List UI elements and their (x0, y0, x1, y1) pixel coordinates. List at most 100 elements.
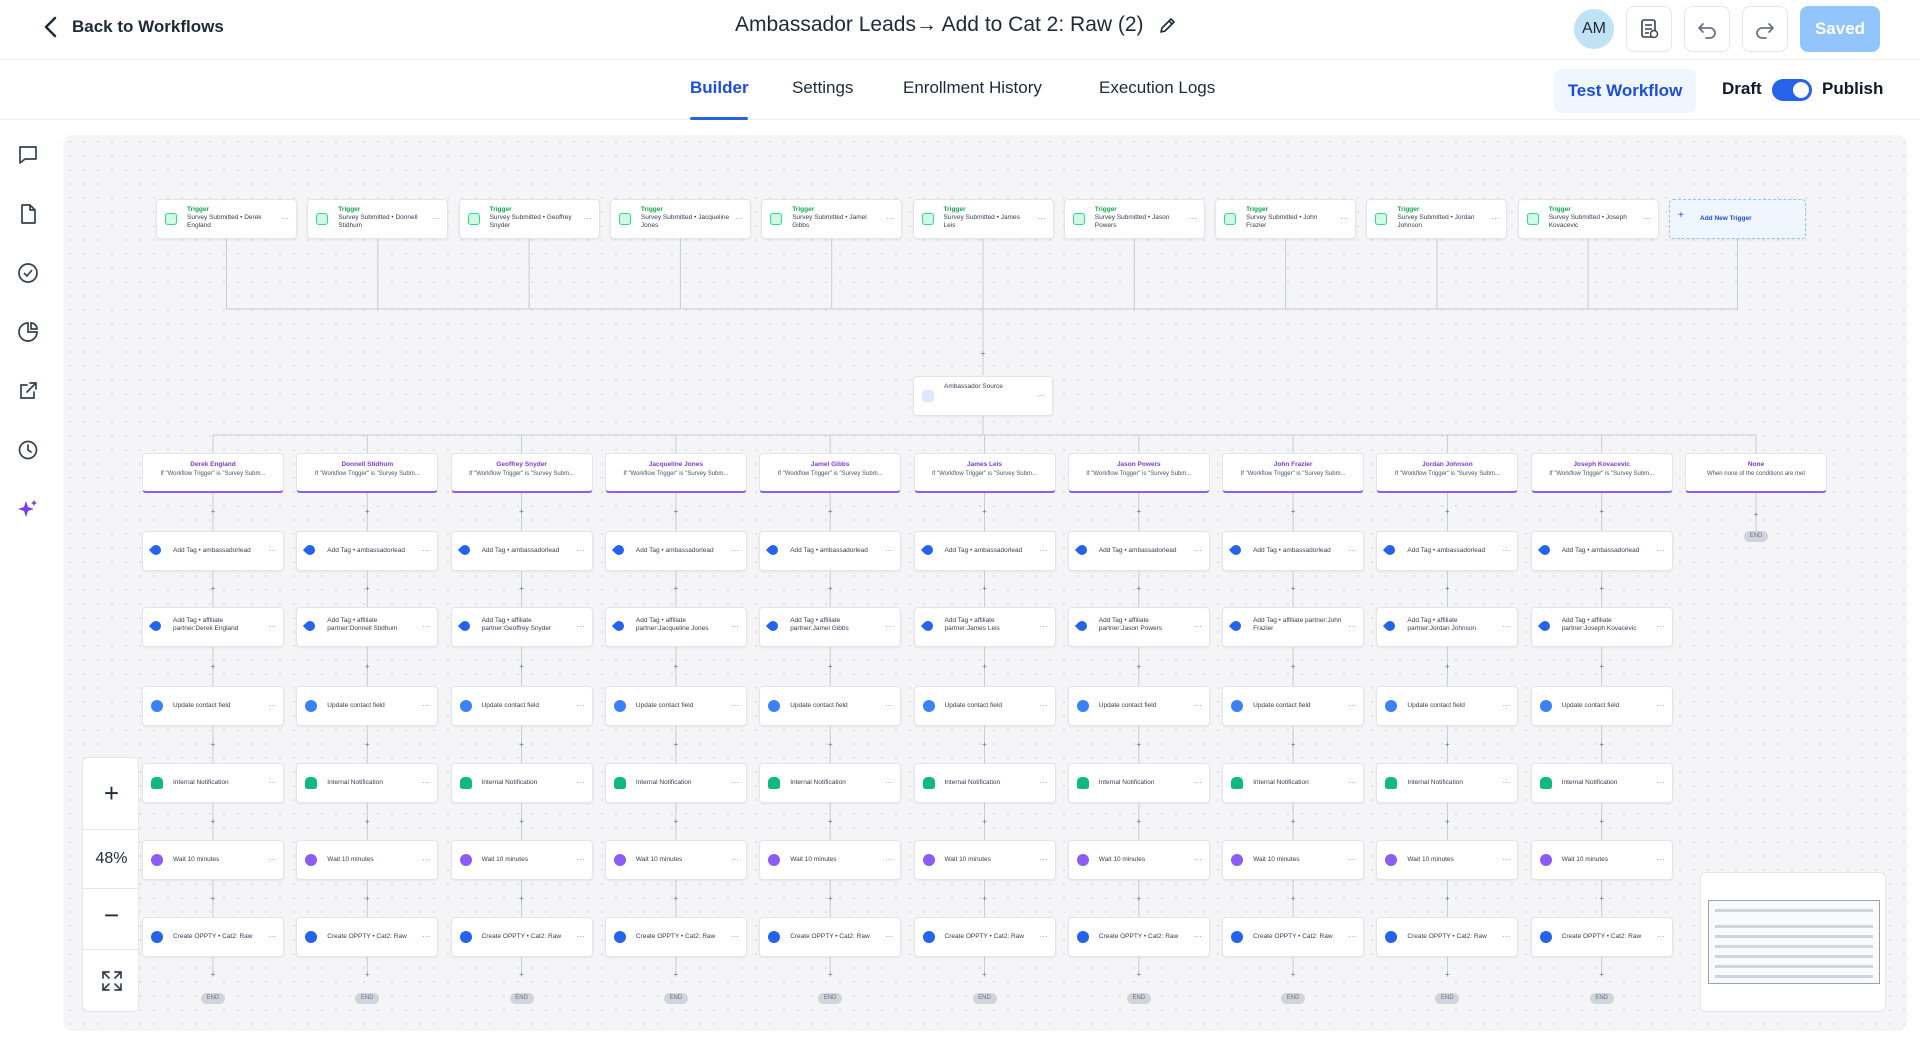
add-step-plus[interactable]: + (826, 817, 834, 826)
add-step-plus[interactable]: + (1443, 585, 1451, 593)
add-step-plus[interactable]: + (1289, 971, 1297, 979)
add-step-plus[interactable]: + (826, 740, 834, 749)
add-step-plus[interactable]: + (1135, 894, 1143, 903)
trigger-card[interactable]: Trigger Survey Submitted • Derek England ⋯ (156, 199, 297, 239)
action-step-notif[interactable]: Internal Notification ⋯ (1376, 763, 1519, 803)
action-step-opp[interactable]: Create OPPTY • Cat2: Raw ⋯ (759, 917, 902, 957)
action-step-notif[interactable]: Internal Notification ⋯ (759, 763, 902, 803)
add-step-plus[interactable]: + (672, 662, 680, 671)
add-step-plus[interactable]: + (1135, 740, 1143, 749)
branch-node[interactable]: Jamel Gibbs If "Workflow Trigger" is "Sur… (759, 453, 902, 493)
add-step-plus[interactable]: + (672, 585, 680, 593)
action-step-tag2[interactable]: Add Tag • affiliate partner:Jason Powers… (1067, 607, 1210, 647)
action-step-update[interactable]: Update contact field ⋯ (759, 686, 902, 726)
add-step-plus[interactable]: + (1598, 508, 1606, 516)
action-step-tag-lead[interactable]: Add Tag • ambassadorlead ⋯ (1530, 531, 1673, 571)
trigger-card[interactable]: Trigger Survey Submitted • Jason Powers ⋯ (1063, 199, 1205, 239)
minimap-viewport[interactable] (1708, 900, 1880, 984)
add-new-trigger-button[interactable]: + Add New Trigger (1669, 199, 1806, 239)
action-step-wait[interactable]: Wait 10 minutes ⋯ (1376, 840, 1519, 880)
branch-node[interactable]: James Leis If "Workflow Trigger" is "Surv… (913, 453, 1056, 493)
action-step-update[interactable]: Update contact field ⋯ (913, 686, 1056, 726)
add-step-plus[interactable]: + (1289, 817, 1297, 826)
add-step-plus[interactable]: + (1443, 508, 1451, 516)
minimap[interactable] (1700, 872, 1886, 1012)
action-step-update[interactable]: Update contact field ⋯ (450, 686, 593, 726)
add-step-plus[interactable]: + (1443, 740, 1451, 749)
branch-node[interactable]: Jacqueline Jones If "Workflow Trigger" is… (604, 453, 747, 493)
back-to-workflows-link[interactable]: Back to Workflows (42, 16, 224, 38)
action-step-tag2[interactable]: Add Tag • affiliate partner:Donnell Stid… (296, 607, 439, 647)
rail-ai[interactable] (14, 495, 42, 523)
action-step-wait[interactable]: Wait 10 minutes ⋯ (1530, 840, 1673, 880)
action-step-tag2[interactable]: Add Tag • affiliate partner:John Frazier… (1222, 607, 1365, 647)
trigger-card[interactable]: Trigger Survey Submitted • Jacqueline Jon… (609, 199, 751, 239)
action-step-tag-lead[interactable]: Add Tag • ambassadorlead ⋯ (604, 531, 747, 571)
add-step-plus[interactable]: + (1443, 894, 1451, 903)
action-step-tag2[interactable]: Add Tag • affiliate partner:James Leis ⋯ (913, 607, 1056, 647)
add-step-plus[interactable]: + (672, 894, 680, 903)
add-step-plus[interactable]: + (1598, 971, 1606, 979)
trigger-card[interactable]: Trigger Survey Submitted • Geoffrey Snyde… (458, 199, 600, 239)
action-step-opp[interactable]: Create OPPTY • Cat2: Raw ⋯ (450, 917, 593, 957)
action-step-opp[interactable]: Create OPPTY • Cat2: Raw ⋯ (1067, 917, 1210, 957)
add-step-plus[interactable]: + (826, 662, 834, 671)
action-step-update[interactable]: Update contact field ⋯ (296, 686, 439, 726)
action-step-tag2[interactable]: Add Tag • affiliate partner:Geoffrey Sny… (450, 607, 593, 647)
tab-settings[interactable]: Settings (792, 78, 853, 98)
action-step-opp[interactable]: Create OPPTY • Cat2: Raw ⋯ (1376, 917, 1519, 957)
action-step-notif[interactable]: Internal Notification ⋯ (1530, 763, 1673, 803)
add-step-plus[interactable]: + (518, 508, 526, 516)
add-step-plus[interactable]: + (981, 971, 989, 979)
add-step-plus[interactable]: + (518, 817, 526, 826)
action-step-wait[interactable]: Wait 10 minutes ⋯ (1067, 840, 1210, 880)
workflow-canvas[interactable]: Trigger Survey Submitted • Derek England ⋯… (63, 135, 1907, 1031)
branch-node[interactable]: Geoffrey Snyder If "Workflow Trigger" is … (450, 453, 593, 493)
action-step-update[interactable]: Update contact field ⋯ (604, 686, 747, 726)
branch-node[interactable]: Donnell Stidhum If "Workflow Trigger" is … (296, 453, 439, 493)
publish-toggle[interactable] (1772, 79, 1812, 101)
action-step-wait[interactable]: Wait 10 minutes ⋯ (296, 840, 439, 880)
action-step-tag2[interactable]: Add Tag • affiliate partner:Derek Englan… (142, 607, 284, 647)
trigger-card[interactable]: Trigger Survey Submitted • Joseph Kovacev… (1517, 199, 1659, 239)
rail-tasks[interactable] (14, 259, 42, 287)
undo-button[interactable] (1684, 6, 1730, 52)
add-step-plus[interactable]: + (1289, 740, 1297, 749)
pencil-edit-icon[interactable] (1158, 15, 1178, 35)
action-step-tag-lead[interactable]: Add Tag • ambassadorlead ⋯ (1376, 531, 1519, 571)
action-step-update[interactable]: Update contact field ⋯ (142, 686, 284, 726)
zoom-out-button[interactable]: − (83, 890, 140, 940)
add-step-plus[interactable]: + (1752, 511, 1760, 519)
action-step-opp[interactable]: Create OPPTY • Cat2: Raw ⋯ (142, 917, 284, 957)
add-step-plus[interactable]: + (1598, 894, 1606, 903)
action-step-notif[interactable]: Internal Notification ⋯ (296, 763, 439, 803)
add-step-plus[interactable]: + (363, 662, 371, 671)
action-step-wait[interactable]: Wait 10 minutes ⋯ (604, 840, 747, 880)
add-step-plus[interactable]: + (1289, 508, 1297, 516)
add-step-plus[interactable]: + (518, 585, 526, 593)
add-step-plus[interactable]: + (981, 662, 989, 671)
tab-execution-logs[interactable]: Execution Logs (1099, 78, 1215, 98)
add-step-plus[interactable]: + (672, 971, 680, 979)
action-step-tag2[interactable]: Add Tag • affiliate partner:Jordan Johns… (1376, 607, 1519, 647)
trigger-card[interactable]: Trigger Survey Submitted • Jamel Gibbs ⋯ (761, 199, 903, 239)
add-step-plus[interactable]: + (672, 740, 680, 749)
add-step-plus[interactable]: + (209, 894, 217, 903)
add-step-plus[interactable]: + (209, 817, 217, 826)
add-step-plus[interactable]: + (1135, 971, 1143, 979)
add-step-plus[interactable]: + (826, 585, 834, 593)
add-step-plus[interactable]: + (826, 894, 834, 903)
action-step-tag2[interactable]: Add Tag • affiliate partner:Jamel Gibbs ⋯ (759, 607, 902, 647)
add-step-plus[interactable]: + (209, 508, 217, 516)
action-step-update[interactable]: Update contact field ⋯ (1222, 686, 1365, 726)
add-step-plus[interactable]: + (1135, 585, 1143, 593)
rail-chat[interactable] (14, 141, 42, 169)
action-step-tag-lead[interactable]: Add Tag • ambassadorlead ⋯ (296, 531, 439, 571)
action-step-opp[interactable]: Create OPPTY • Cat2: Raw ⋯ (1222, 917, 1365, 957)
rail-reports[interactable] (14, 318, 42, 346)
add-step-plus[interactable]: + (981, 585, 989, 593)
add-step-plus[interactable]: + (826, 971, 834, 979)
add-step-plus[interactable]: + (1443, 971, 1451, 979)
action-step-wait[interactable]: Wait 10 minutes ⋯ (450, 840, 593, 880)
tab-builder[interactable]: Builder (690, 78, 749, 98)
